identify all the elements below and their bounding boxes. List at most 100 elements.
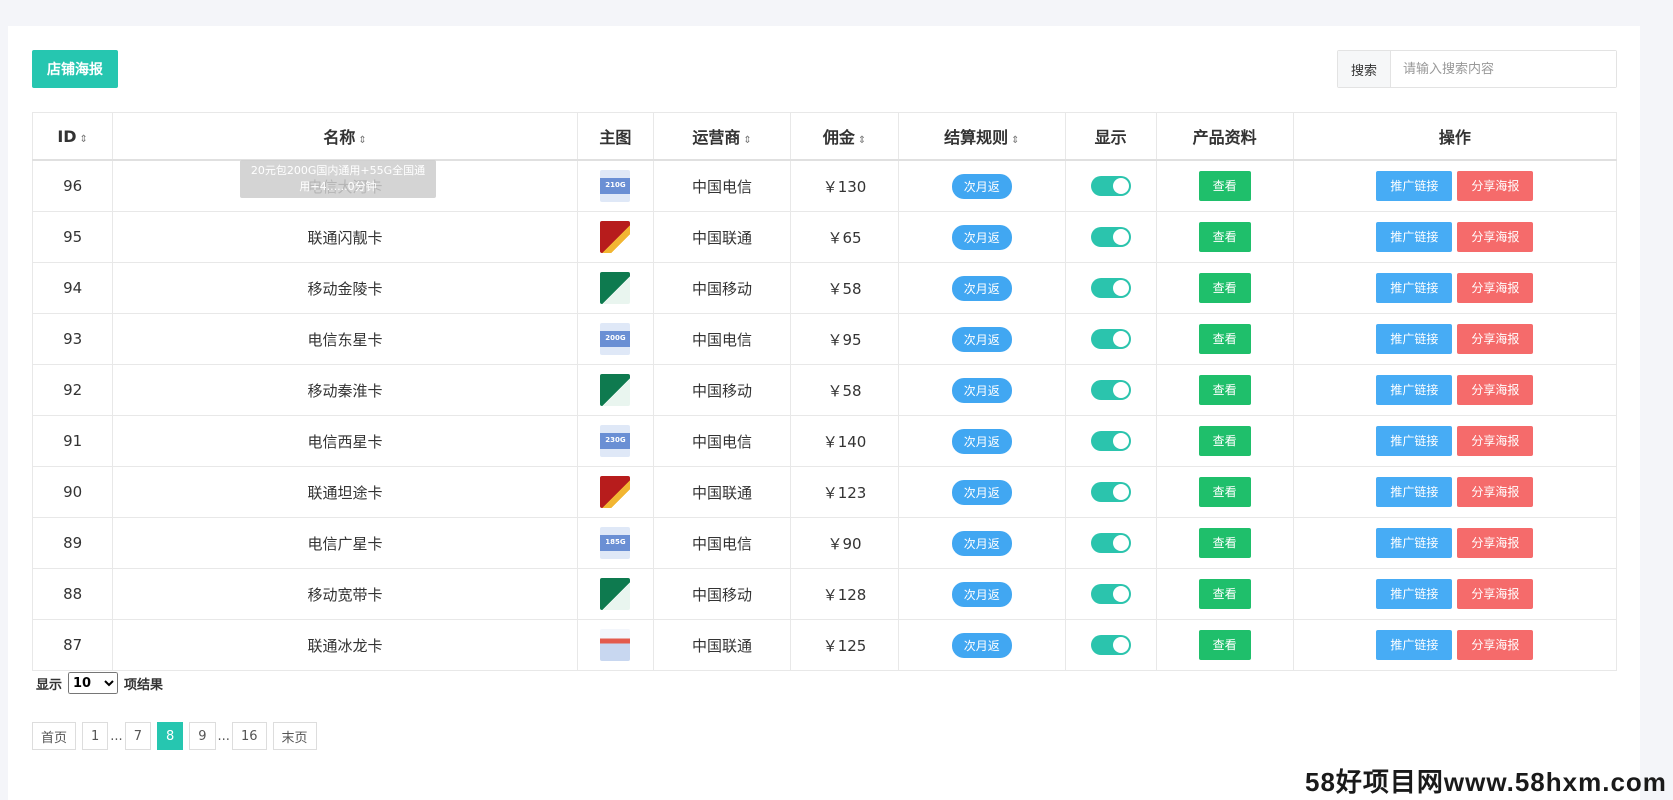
promo-link-button[interactable]: 推广链接 [1376,477,1453,507]
share-poster-button[interactable]: 分享海报 [1457,477,1534,507]
page-link[interactable]: 9 [189,722,216,750]
cell-display [1064,415,1157,467]
share-poster-button[interactable]: 分享海报 [1457,375,1534,405]
cell-rule: 次月返 [897,466,1066,518]
display-toggle[interactable] [1090,227,1131,247]
view-button[interactable]: 查看 [1198,171,1251,201]
cell-image: 210G [576,159,654,212]
promo-link-button[interactable]: 推广链接 [1376,222,1453,252]
product-thumbnail[interactable] [600,374,631,406]
table-row: 92 移动秦淮卡 中国移动 ￥58 次月返 查看 推广链接 分享海报 [31,364,1618,416]
view-button[interactable]: 查看 [1198,477,1251,507]
cell-image [576,262,654,314]
cell-commission: ￥130 [790,159,899,212]
cell-operator: 中国电信 [652,415,792,467]
view-button[interactable]: 查看 [1198,324,1251,354]
display-toggle[interactable] [1090,176,1131,196]
table-header-row: ID ⇕ 名称 ⇕ 主图 运营商 ⇕ 佣金 ⇕ 结算规则 ⇕ 显示 产品资料 操作 [31,112,1618,161]
share-poster-button[interactable]: 分享海报 [1457,426,1534,456]
cell-display [1064,159,1157,212]
sort-icon[interactable]: ⇕ [358,135,366,146]
table-row: 94 移动金陵卡 中国移动 ￥58 次月返 查看 推广链接 分享海报 [31,262,1618,314]
product-thumbnail[interactable]: 185G [600,527,631,559]
sort-icon[interactable]: ⇕ [743,135,751,146]
view-button[interactable]: 查看 [1198,579,1251,609]
cell-commission: ￥140 [790,415,899,467]
display-toggle[interactable] [1090,482,1131,502]
page-link[interactable]: 1 [82,722,109,750]
product-thumbnail[interactable] [600,221,631,253]
page-size-select[interactable]: 10 [68,672,119,694]
cell-id: 93 [31,313,114,365]
display-toggle[interactable] [1090,278,1131,298]
page-size-suffix: 项结果 [124,677,164,693]
display-toggle[interactable] [1090,584,1131,604]
promo-link-button[interactable]: 推广链接 [1376,273,1453,303]
product-thumbnail[interactable] [600,476,631,508]
view-button[interactable]: 查看 [1198,375,1251,405]
cell-operator: 中国联通 [652,619,792,671]
sort-icon[interactable]: ⇕ [80,134,88,145]
cell-info: 查看 [1155,466,1294,518]
promo-link-button[interactable]: 推广链接 [1376,375,1453,405]
view-button[interactable]: 查看 [1198,426,1251,456]
view-button[interactable]: 查看 [1198,630,1251,660]
share-poster-button[interactable]: 分享海报 [1457,630,1534,660]
product-thumbnail[interactable] [600,629,631,661]
product-thumbnail[interactable]: 230G [600,425,631,457]
display-toggle[interactable] [1090,329,1131,349]
share-poster-button[interactable]: 分享海报 [1457,324,1534,354]
sort-icon[interactable]: ⇕ [858,135,866,146]
cell-rule: 次月返 [897,517,1066,569]
store-poster-button[interactable]: 店铺海报 [32,50,118,88]
cell-image [576,466,654,518]
share-poster-button[interactable]: 分享海报 [1457,528,1534,558]
page-link[interactable]: 7 [124,722,151,750]
rule-badge: 次月返 [951,326,1012,352]
column-header-rule[interactable]: 结算规则 ⇕ [897,112,1066,161]
cell-actions: 推广链接 分享海报 [1292,159,1618,212]
promo-link-button[interactable]: 推广链接 [1376,171,1453,201]
share-poster-button[interactable]: 分享海报 [1457,273,1534,303]
display-toggle[interactable] [1090,431,1131,451]
view-button[interactable]: 查看 [1198,222,1251,252]
cell-rule: 次月返 [897,415,1066,467]
promo-link-button[interactable]: 推广链接 [1376,426,1453,456]
search-label[interactable]: 搜索 [1338,51,1391,87]
share-poster-button[interactable]: 分享海报 [1457,222,1534,252]
column-header-name[interactable]: 名称 ⇕ [112,112,578,161]
search-input[interactable] [1391,51,1616,87]
column-header-id[interactable]: ID ⇕ [31,112,114,161]
product-thumbnail[interactable] [600,272,631,304]
page-first[interactable]: 首页 [32,722,77,750]
cell-image: 185G [576,517,654,569]
share-poster-button[interactable]: 分享海报 [1457,579,1534,609]
display-toggle[interactable] [1090,380,1131,400]
page-scrollbar[interactable] [1658,0,1673,800]
product-thumbnail[interactable]: 200G [600,323,631,355]
view-button[interactable]: 查看 [1198,273,1251,303]
page-last[interactable]: 末页 [272,722,317,750]
product-thumbnail[interactable]: 210G [600,170,631,202]
rule-badge: 次月返 [951,428,1012,454]
product-thumbnail[interactable] [600,578,631,610]
table-row: 87 联通冰龙卡 中国联通 ￥125 次月返 查看 推广链接 分享海报 [31,619,1618,671]
promo-link-button[interactable]: 推广链接 [1376,579,1453,609]
promo-link-button[interactable]: 推广链接 [1376,324,1453,354]
view-button[interactable]: 查看 [1198,528,1251,558]
cell-operator: 中国电信 [652,517,792,569]
sort-icon[interactable]: ⇕ [1011,135,1019,146]
page-link-current[interactable]: 8 [156,722,184,750]
promo-link-button[interactable]: 推广链接 [1376,528,1453,558]
column-header-commission[interactable]: 佣金 ⇕ [790,112,899,161]
display-toggle[interactable] [1090,635,1131,655]
promo-link-button[interactable]: 推广链接 [1376,630,1453,660]
display-toggle[interactable] [1090,533,1131,553]
cell-rule: 次月返 [897,619,1066,671]
cell-actions: 推广链接 分享海报 [1292,262,1618,314]
page-size-prefix: 显示 [36,677,63,693]
share-poster-button[interactable]: 分享海报 [1457,171,1534,201]
column-header-operator[interactable]: 运营商 ⇕ [652,112,792,161]
column-header-display: 显示 [1064,112,1157,161]
page-link[interactable]: 16 [231,722,267,750]
